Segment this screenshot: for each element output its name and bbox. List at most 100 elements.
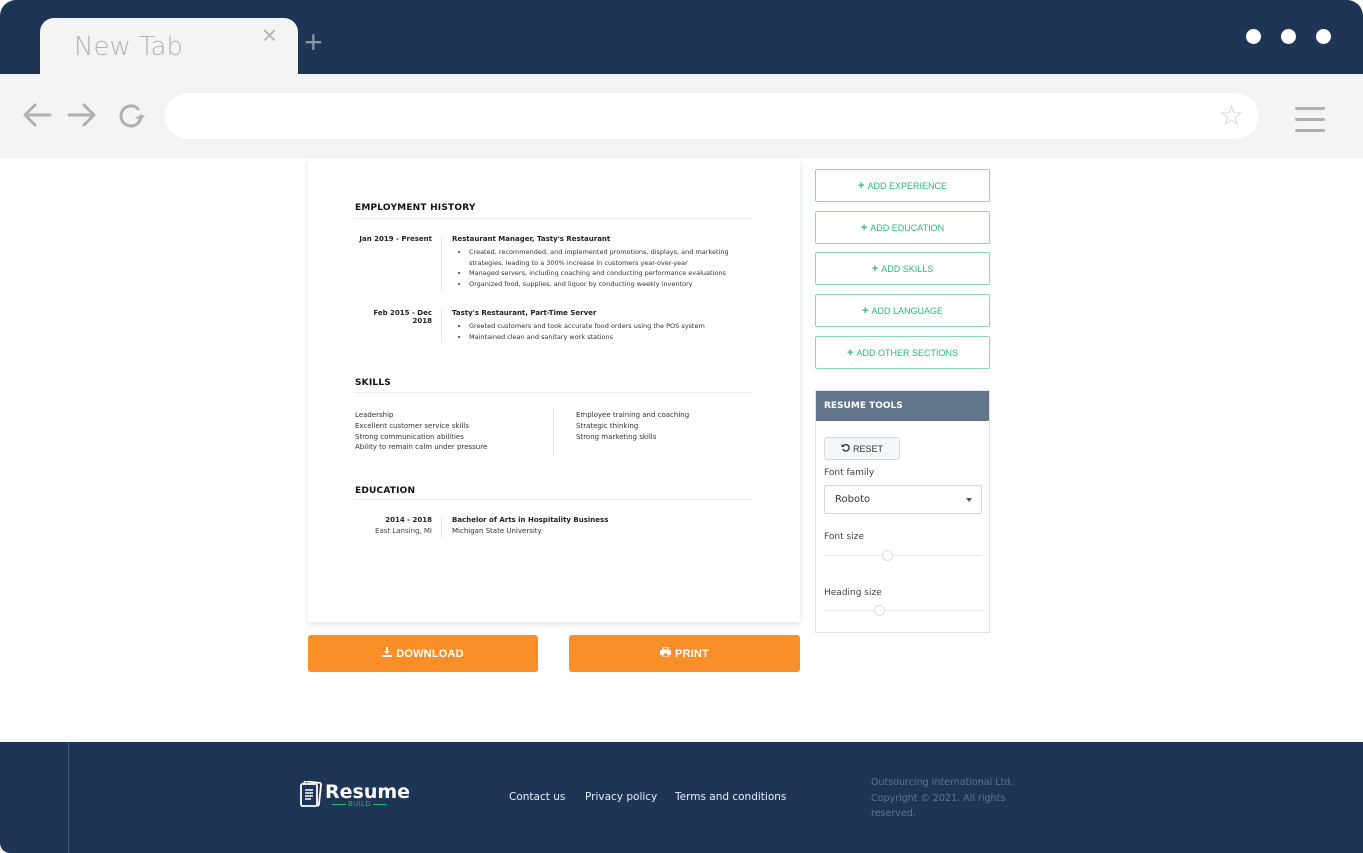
tab-new-tab[interactable]: New Tab ×	[40, 18, 298, 74]
download-label: DOWNLOAD	[396, 647, 464, 660]
employment-bullet: Greeted customers and took accurate food…	[469, 321, 761, 332]
resume-tools-heading: RESUME TOOLS	[816, 391, 989, 421]
tab-bar: New Tab × +	[0, 0, 1363, 74]
resume-build-logo[interactable]: Resume BUILD	[300, 780, 411, 813]
employment-title: Tasty's Restaurant, Part-Time Server	[452, 309, 597, 317]
plus-icon: +	[871, 262, 879, 275]
reload-icon[interactable]	[117, 102, 147, 135]
employment-entry: Jan 2019 - Present Restaurant Manager, T…	[355, 235, 755, 295]
font-family-label: Font family	[824, 468, 875, 478]
education-degree: Bachelor of Arts in Hospitality Business	[452, 516, 609, 524]
employment-entry: Feb 2015 - Dec 2018 Tasty's Restaurant, …	[355, 309, 755, 349]
reset-label: RESET	[852, 443, 883, 454]
skills-heading: SKILLS	[355, 378, 391, 388]
browser-window: New Tab × + ☆ EMPLOYMENT HISTORY Jan 201…	[0, 0, 1363, 853]
skills-list-left: Leadership Excellent customer service sk…	[355, 410, 487, 453]
entry-divider	[441, 516, 442, 538]
logo-text: Resume	[325, 781, 411, 803]
undo-icon	[841, 443, 850, 454]
close-tab-icon[interactable]: ×	[262, 20, 277, 51]
document-icon	[300, 780, 322, 813]
add-language-label: ADD LANGUAGE	[871, 305, 943, 316]
skill-item: Ability to remain calm under pressure	[355, 443, 488, 452]
download-button[interactable]: DOWNLOAD	[308, 635, 538, 672]
plus-icon: +	[862, 304, 869, 317]
privacy-policy-link[interactable]: Privacy policy	[585, 791, 657, 803]
section-divider	[354, 218, 752, 219]
font-size-label: Font size	[824, 532, 864, 542]
heading-size-label: Heading size	[824, 588, 882, 598]
contact-us-link[interactable]: Contact us	[509, 791, 565, 803]
slider-thumb[interactable]	[882, 550, 894, 561]
skill-item: Strong marketing skills	[576, 432, 657, 441]
employment-bullet: Maintained clean and sanitary work stati…	[469, 332, 761, 343]
heading-size-slider[interactable]	[824, 605, 982, 616]
education-heading: EDUCATION	[355, 486, 416, 496]
bookmark-star-icon[interactable]: ☆	[1219, 99, 1244, 132]
tab-title: New Tab	[74, 32, 183, 62]
entry-divider	[441, 235, 442, 293]
education-location: East Lansing, MI	[375, 527, 432, 535]
address-bar[interactable]: ☆	[165, 93, 1258, 139]
add-skills-button[interactable]: + ADD SKILLS	[815, 252, 990, 285]
skills-list-right: Employee training and coaching Strategic…	[576, 410, 689, 442]
download-icon	[382, 647, 393, 660]
back-arrow-icon[interactable]	[22, 102, 52, 133]
section-divider	[354, 499, 752, 500]
slider-track	[824, 610, 982, 611]
skill-item: Strong communication abilities	[355, 432, 464, 441]
employment-bullets: Created, recommended, and implemented pr…	[461, 247, 761, 289]
add-education-label: ADD EDUCATION	[870, 222, 945, 233]
print-icon	[660, 646, 671, 660]
forward-arrow-icon[interactable]	[67, 102, 97, 133]
education-date: 2014 - 2018	[385, 516, 432, 524]
caret-down-icon	[966, 498, 972, 502]
add-other-sections-label: ADD OTHER SECTIONS	[856, 347, 958, 358]
terms-link[interactable]: Terms and conditions	[675, 791, 786, 803]
section-divider	[354, 392, 752, 393]
font-family-value: Roboto	[835, 494, 871, 505]
skills-divider	[553, 408, 554, 456]
copyright-text: Outsourcing International Ltd. Copyright…	[871, 777, 1014, 819]
font-family-select[interactable]: Roboto	[824, 485, 982, 514]
window-dot-icon[interactable]	[1316, 29, 1331, 44]
entry-divider	[441, 309, 442, 343]
add-experience-button[interactable]: + ADD EXPERIENCE	[815, 169, 990, 202]
skill-item: Excellent customer service skills	[355, 421, 469, 430]
resume-preview: EMPLOYMENT HISTORY Jan 2019 - Present Re…	[308, 158, 800, 622]
employment-bullet: Created, recommended, and implemented pr…	[469, 247, 761, 268]
footer-divider	[68, 742, 69, 853]
employment-bullets: Greeted customers and took accurate food…	[461, 321, 761, 342]
skill-item: Strategic thinking	[576, 421, 639, 430]
reset-button[interactable]: RESET	[824, 437, 900, 460]
slider-track	[824, 555, 982, 556]
print-label: PRINT	[675, 647, 709, 660]
skill-item: Leadership	[355, 411, 394, 419]
print-button[interactable]: PRINT	[569, 635, 800, 672]
education-school: Michigan State University	[452, 527, 542, 535]
add-skills-label: ADD SKILLS	[881, 263, 934, 274]
add-other-sections-button[interactable]: + ADD OTHER SECTIONS	[815, 336, 990, 369]
employment-date: Feb 2015 - Dec 2018	[373, 309, 432, 325]
new-tab-icon[interactable]: +	[304, 26, 323, 58]
employment-history-heading: EMPLOYMENT HISTORY	[355, 203, 476, 213]
footer: Resume BUILD Contact us Privacy policy T…	[0, 742, 1363, 853]
slider-thumb[interactable]	[874, 605, 886, 616]
window-dot-icon[interactable]	[1246, 29, 1261, 44]
resume-tools-panel: RESUME TOOLS RESET Font family Roboto Fo…	[815, 390, 990, 633]
skill-item: Employee training and coaching	[576, 411, 690, 419]
logo-subtext: BUILD	[330, 801, 389, 808]
employment-bullet: Organized food, supplies, and liquor by …	[469, 279, 761, 290]
window-controls	[1246, 29, 1331, 44]
add-education-button[interactable]: + ADD EDUCATION	[815, 211, 990, 244]
add-experience-label: ADD EXPERIENCE	[867, 180, 947, 191]
browser-menu-icon[interactable]	[1295, 107, 1325, 140]
plus-icon: +	[847, 346, 854, 359]
education-entry: 2014 - 2018 East Lansing, MI Bachelor of…	[355, 516, 755, 540]
add-language-button[interactable]: + ADD LANGUAGE	[815, 294, 990, 327]
font-size-slider[interactable]	[824, 550, 982, 561]
plus-icon: +	[860, 221, 868, 234]
employment-date: Jan 2019 - Present	[359, 235, 432, 243]
window-dot-icon[interactable]	[1281, 29, 1296, 44]
employment-bullet: Managed servers, including coaching and …	[469, 268, 761, 279]
